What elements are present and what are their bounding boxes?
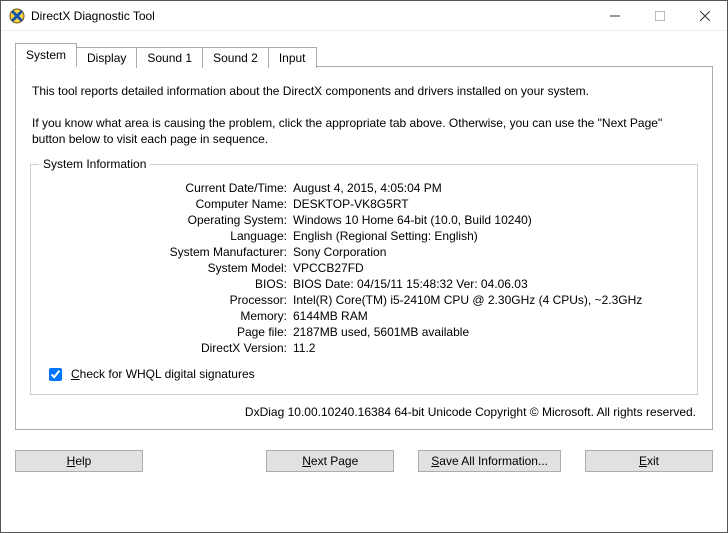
label-manufacturer: System Manufacturer: xyxy=(43,245,293,259)
value-memory: 6144MB RAM xyxy=(293,309,685,323)
value-computer: DESKTOP-VK8G5RT xyxy=(293,197,685,211)
tab-system[interactable]: System xyxy=(15,43,77,67)
value-os: Windows 10 Home 64-bit (10.0, Build 1024… xyxy=(293,213,685,227)
group-legend: System Information xyxy=(39,157,150,171)
tab-display[interactable]: Display xyxy=(77,47,137,68)
system-information-group: System Information Current Date/Time: Au… xyxy=(30,164,698,395)
window-title: DirectX Diagnostic Tool xyxy=(31,9,592,23)
tab-sound2[interactable]: Sound 2 xyxy=(203,47,269,68)
value-pagefile: 2187MB used, 5601MB available xyxy=(293,325,685,339)
next-page-button[interactable]: Next Page xyxy=(266,450,394,472)
value-processor: Intel(R) Core(TM) i5-2410M CPU @ 2.30GHz… xyxy=(293,293,685,307)
tab-sound1[interactable]: Sound 1 xyxy=(137,47,203,68)
value-language: English (Regional Setting: English) xyxy=(293,229,685,243)
tab-panel-system: This tool reports detailed information a… xyxy=(15,66,713,430)
value-datetime: August 4, 2015, 4:05:04 PM xyxy=(293,181,685,195)
maximize-button xyxy=(637,1,682,30)
dxdiag-icon xyxy=(9,8,25,24)
tab-bar: System Display Sound 1 Sound 2 Input xyxy=(15,43,713,67)
save-all-button[interactable]: Save All Information... xyxy=(418,450,561,472)
footer-version: DxDiag 10.00.10240.16384 64-bit Unicode … xyxy=(32,405,696,419)
value-model: VPCCB27FD xyxy=(293,261,685,275)
exit-button[interactable]: Exit xyxy=(585,450,713,472)
title-bar: DirectX Diagnostic Tool xyxy=(1,1,727,31)
label-memory: Memory: xyxy=(43,309,293,323)
whql-checkbox[interactable] xyxy=(49,368,62,381)
label-computer: Computer Name: xyxy=(43,197,293,211)
label-model: System Model: xyxy=(43,261,293,275)
whql-check-row[interactable]: Check for WHQL digital signatures xyxy=(45,365,685,384)
value-manufacturer: Sony Corporation xyxy=(293,245,685,259)
label-dxversion: DirectX Version: xyxy=(43,341,293,355)
label-os: Operating System: xyxy=(43,213,293,227)
tab-input[interactable]: Input xyxy=(269,47,317,68)
value-bios: BIOS Date: 04/15/11 15:48:32 Ver: 04.06.… xyxy=(293,277,685,291)
close-button[interactable] xyxy=(682,1,727,30)
whql-label: Check for WHQL digital signatures xyxy=(71,367,255,381)
help-button[interactable]: Help xyxy=(15,450,143,472)
minimize-button[interactable] xyxy=(592,1,637,30)
label-bios: BIOS: xyxy=(43,277,293,291)
label-language: Language: xyxy=(43,229,293,243)
label-datetime: Current Date/Time: xyxy=(43,181,293,195)
value-dxversion: 11.2 xyxy=(293,341,685,355)
label-processor: Processor: xyxy=(43,293,293,307)
info-grid: Current Date/Time: August 4, 2015, 4:05:… xyxy=(43,181,685,355)
intro-text-1: This tool reports detailed information a… xyxy=(32,83,696,99)
label-pagefile: Page file: xyxy=(43,325,293,339)
button-bar: Help Next Page Save All Information... E… xyxy=(1,440,727,484)
window-buttons xyxy=(592,1,727,30)
intro-text-2: If you know what area is causing the pro… xyxy=(32,115,696,147)
